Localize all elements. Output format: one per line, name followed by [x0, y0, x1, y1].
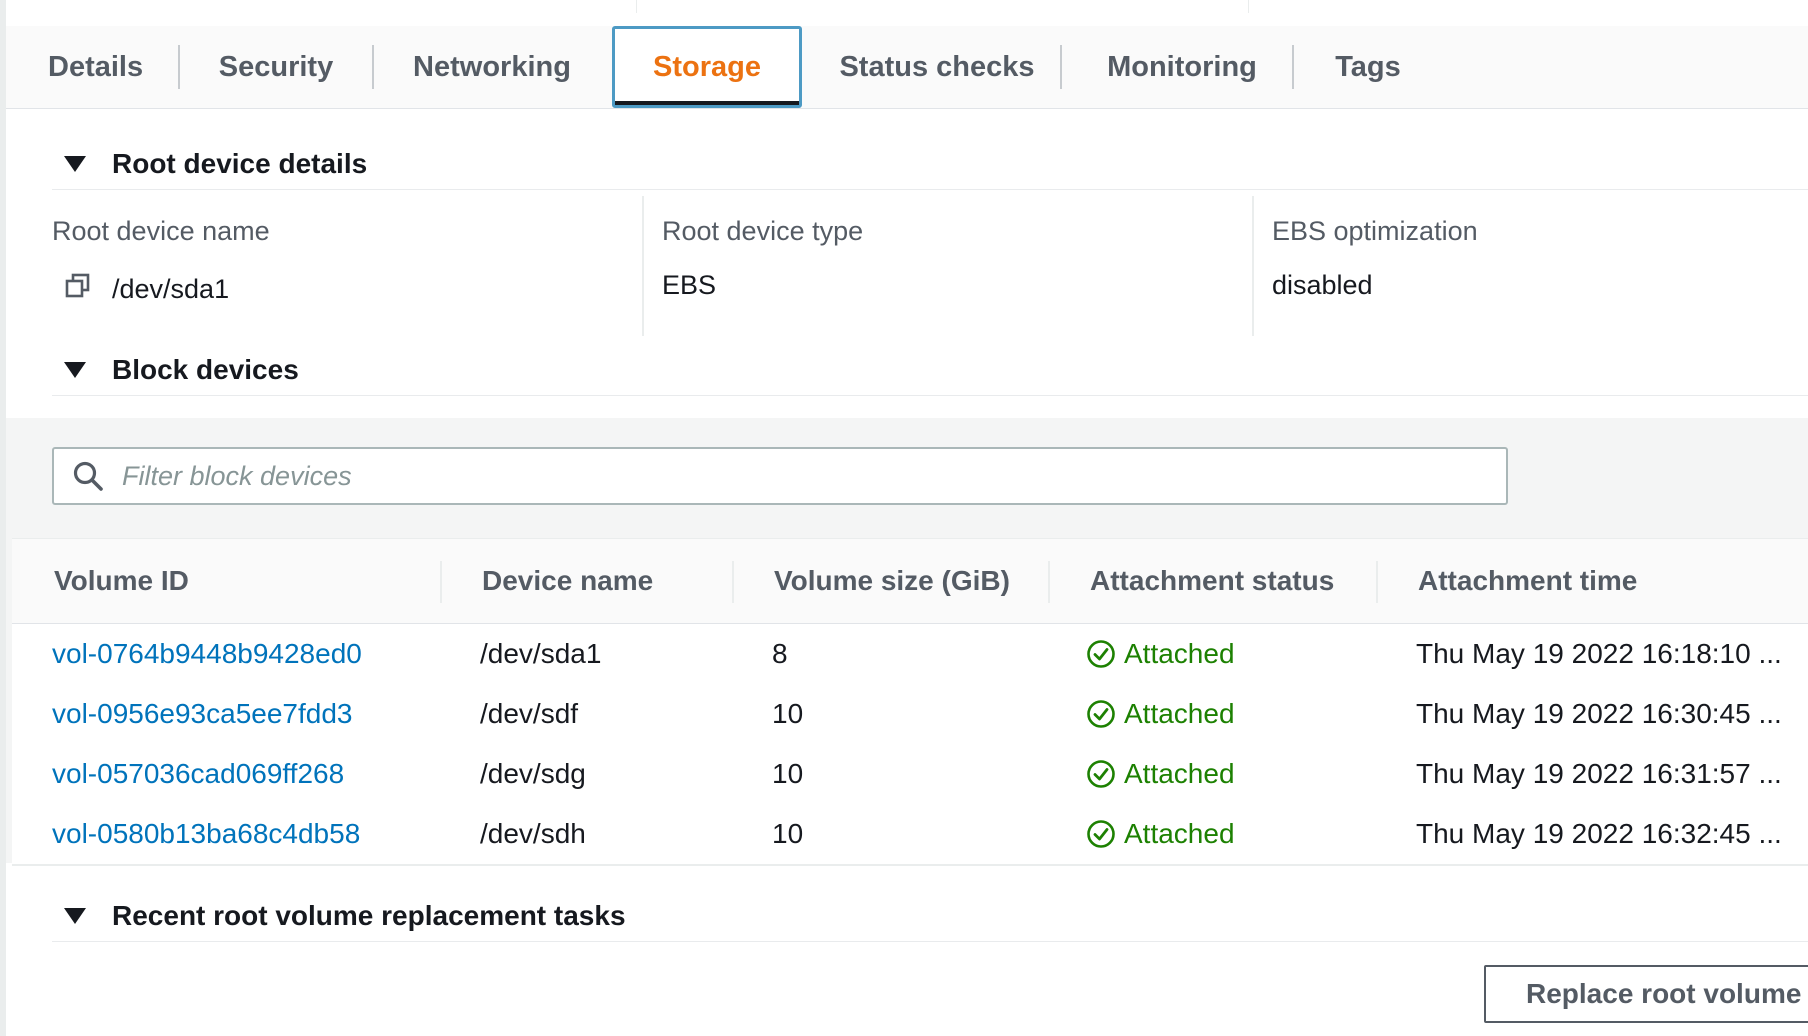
table-header: Volume ID Device name Volume size (GiB) … [12, 538, 1808, 624]
column-divider[interactable] [732, 561, 734, 603]
tab-divider [1060, 45, 1062, 89]
attachment-time: Thu May 19 2022 16:31:57 ... [1416, 758, 1782, 789]
column-divider[interactable] [1048, 561, 1050, 603]
field-label: Root device name [52, 216, 270, 246]
section-title: Block devices [112, 354, 299, 385]
divider [1248, 0, 1249, 13]
field-value: disabled [1272, 270, 1373, 300]
column-divider[interactable] [440, 561, 442, 603]
divider [1252, 196, 1254, 336]
replace-root-volume-button[interactable]: Replace root volume [1484, 965, 1808, 1023]
attachment-time: Thu May 19 2022 16:30:45 ... [1416, 698, 1782, 729]
caret-down-icon [64, 362, 86, 378]
top-strip [6, 0, 1808, 27]
column-header-attachment-time[interactable]: Attachment time [1418, 539, 1637, 623]
tab-bar: Details Security Networking Storage Stat… [6, 26, 1808, 109]
tab-tags[interactable]: Tags [1306, 26, 1430, 108]
column-header-volume-size[interactable]: Volume size (GiB) [774, 539, 1010, 623]
field-label: Root device type [662, 216, 864, 246]
storage-panel: Details Security Networking Storage Stat… [0, 0, 1808, 1036]
table-row: vol-0764b9448b9428ed0 /dev/sda1 8 Attach… [12, 624, 1808, 686]
status-text: Attached [1124, 758, 1235, 789]
field-label: EBS optimization [1272, 216, 1478, 246]
volume-size: 10 [772, 758, 804, 789]
volume-size: 8 [772, 638, 788, 669]
volume-size: 10 [772, 698, 804, 729]
section-title: Recent root volume replacement tasks [112, 900, 626, 931]
divider [636, 0, 637, 13]
column-divider[interactable] [1376, 561, 1378, 603]
tab-details[interactable]: Details [48, 26, 160, 108]
root-device-name-field: Root device name /dev/sda1 [52, 196, 632, 336]
column-header-device-name[interactable]: Device name [482, 539, 653, 623]
table-row: vol-0580b13ba68c4db58 /dev/sdh 10 Attach… [12, 804, 1808, 866]
search-icon [73, 461, 103, 491]
ebs-optimization-field: EBS optimization disabled [1272, 196, 1792, 336]
volume-id-link[interactable]: vol-0764b9448b9428ed0 [52, 624, 362, 684]
device-name: /dev/sda1 [480, 638, 602, 669]
attachment-status: Attached [1086, 804, 1235, 864]
caret-down-icon [64, 908, 86, 924]
volume-id-link[interactable]: vol-0956e93ca5ee7fdd3 [52, 684, 352, 744]
root-device-type-field: Root device type EBS [662, 196, 1242, 336]
tab-divider [1292, 45, 1294, 89]
attachment-status: Attached [1086, 624, 1235, 684]
tab-divider [372, 45, 374, 89]
attachment-status: Attached [1086, 684, 1235, 744]
tab-storage[interactable]: Storage [612, 26, 802, 108]
column-header-attachment-status[interactable]: Attachment status [1090, 539, 1334, 623]
volume-size: 10 [772, 818, 804, 849]
tab-divider [178, 45, 180, 89]
copy-icon[interactable] [64, 272, 92, 300]
tab-networking[interactable]: Networking [386, 26, 598, 108]
section-title: Root device details [112, 148, 368, 179]
device-name: /dev/sdg [480, 758, 586, 789]
divider [642, 196, 644, 336]
replacement-tasks-section-header[interactable]: Recent root volume replacement tasks [52, 891, 1808, 942]
table-row: vol-0956e93ca5ee7fdd3 /dev/sdf 10 Attach… [12, 684, 1808, 746]
status-text: Attached [1124, 638, 1235, 669]
tab-security[interactable]: Security [196, 26, 356, 108]
root-device-section-header[interactable]: Root device details [52, 139, 1808, 190]
tab-status-checks[interactable]: Status checks [818, 26, 1056, 108]
status-text: Attached [1124, 818, 1235, 849]
attachment-time: Thu May 19 2022 16:18:10 ... [1416, 638, 1782, 669]
device-name: /dev/sdh [480, 818, 586, 849]
check-circle-icon [1087, 820, 1115, 848]
attachment-time: Thu May 19 2022 16:32:45 ... [1416, 818, 1782, 849]
column-header-volume-id[interactable]: Volume ID [54, 539, 189, 623]
table-row: vol-057036cad069ff268 /dev/sdg 10 Attach… [12, 744, 1808, 806]
status-text: Attached [1124, 698, 1235, 729]
volume-id-link[interactable]: vol-0580b13ba68c4db58 [52, 804, 360, 864]
filter-input[interactable] [122, 449, 1506, 503]
field-value: EBS [662, 270, 717, 300]
attachment-status: Attached [1086, 744, 1235, 804]
field-value: /dev/sda1 [112, 274, 230, 304]
check-circle-icon [1087, 760, 1115, 788]
device-name: /dev/sdf [480, 698, 579, 729]
block-devices-section-header[interactable]: Block devices [52, 345, 1808, 396]
caret-down-icon [64, 156, 86, 172]
check-circle-icon [1087, 640, 1115, 668]
filter-block-devices-input[interactable] [52, 447, 1508, 505]
check-circle-icon [1087, 700, 1115, 728]
tab-monitoring[interactable]: Monitoring [1072, 26, 1292, 108]
volume-id-link[interactable]: vol-057036cad069ff268 [52, 744, 344, 804]
